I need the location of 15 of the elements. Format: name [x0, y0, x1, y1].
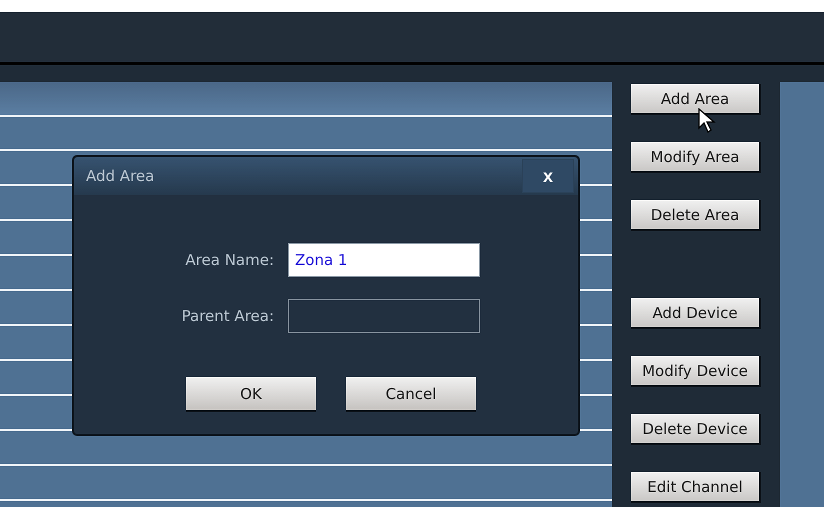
side-button[interactable]: Modify Device	[631, 356, 761, 387]
dialog-button[interactable]: OK	[186, 377, 316, 412]
field-label: Parent Area:	[182, 307, 274, 325]
dialog-title: Add Area	[86, 167, 154, 185]
cursor-icon	[698, 108, 716, 134]
side-button[interactable]: Add Device	[631, 298, 761, 329]
side-button[interactable]: Edit Channel	[631, 472, 761, 503]
input-field[interactable]: Zona 1	[288, 243, 480, 277]
side-button[interactable]: Delete Device	[631, 414, 761, 445]
side-button[interactable]: Add Area	[631, 84, 761, 115]
close-button[interactable]: x	[522, 159, 574, 193]
side-button[interactable]: Delete Area	[631, 200, 761, 231]
side-button[interactable]: Modify Area	[631, 142, 761, 173]
dialog-button[interactable]: Cancel	[346, 377, 476, 412]
field-label: Area Name:	[184, 251, 274, 269]
